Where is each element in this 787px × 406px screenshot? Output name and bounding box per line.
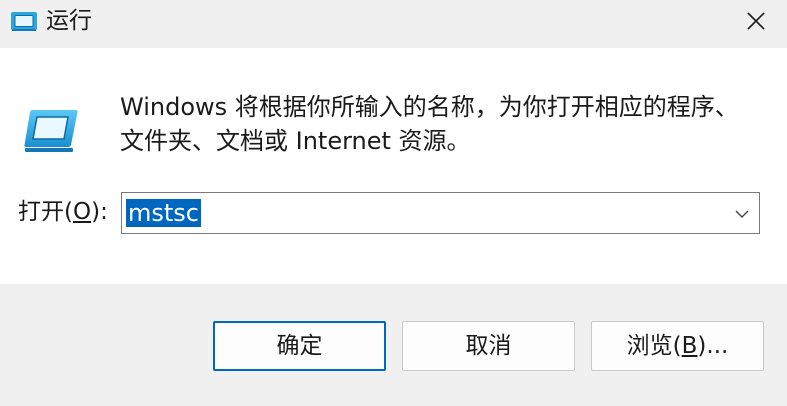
browse-label-prefix: 浏览( — [626, 333, 682, 359]
run-icon — [10, 9, 38, 33]
close-icon — [746, 11, 766, 35]
open-combobox[interactable]: mstsc — [121, 192, 760, 234]
ok-button[interactable]: 确定 — [213, 321, 386, 371]
browse-label-suffix: )... — [697, 333, 729, 359]
button-bar: 确定 取消 浏览(B)... — [0, 284, 787, 406]
window-title: 运行 — [46, 8, 92, 34]
dialog-description: Windows 将根据你所输入的名称，为你打开相应的程序、文件夹、文档或 Int… — [120, 93, 739, 155]
close-button[interactable] — [725, 0, 787, 46]
browse-button[interactable]: 浏览(B)... — [591, 321, 764, 371]
cancel-button[interactable]: 取消 — [402, 321, 575, 371]
dropdown-button[interactable] — [725, 193, 759, 233]
run-program-icon — [22, 105, 80, 155]
open-label-accelerator: O — [72, 199, 92, 225]
open-label: 打开(O): — [18, 197, 108, 227]
open-label-suffix: ): — [91, 199, 108, 225]
run-dialog: 运行 Windows 将根据你所输入的名称，为你打开相应的程序、文件夹、文档或 … — [0, 0, 787, 406]
open-input-value[interactable]: mstsc — [126, 199, 201, 227]
title-bar[interactable]: 运行 — [0, 0, 787, 46]
open-label-prefix: 打开( — [18, 199, 73, 225]
dialog-content: Windows 将根据你所输入的名称，为你打开相应的程序、文件夹、文档或 Int… — [0, 48, 787, 284]
chevron-down-icon — [735, 204, 749, 223]
browse-label-accelerator: B — [681, 333, 698, 359]
